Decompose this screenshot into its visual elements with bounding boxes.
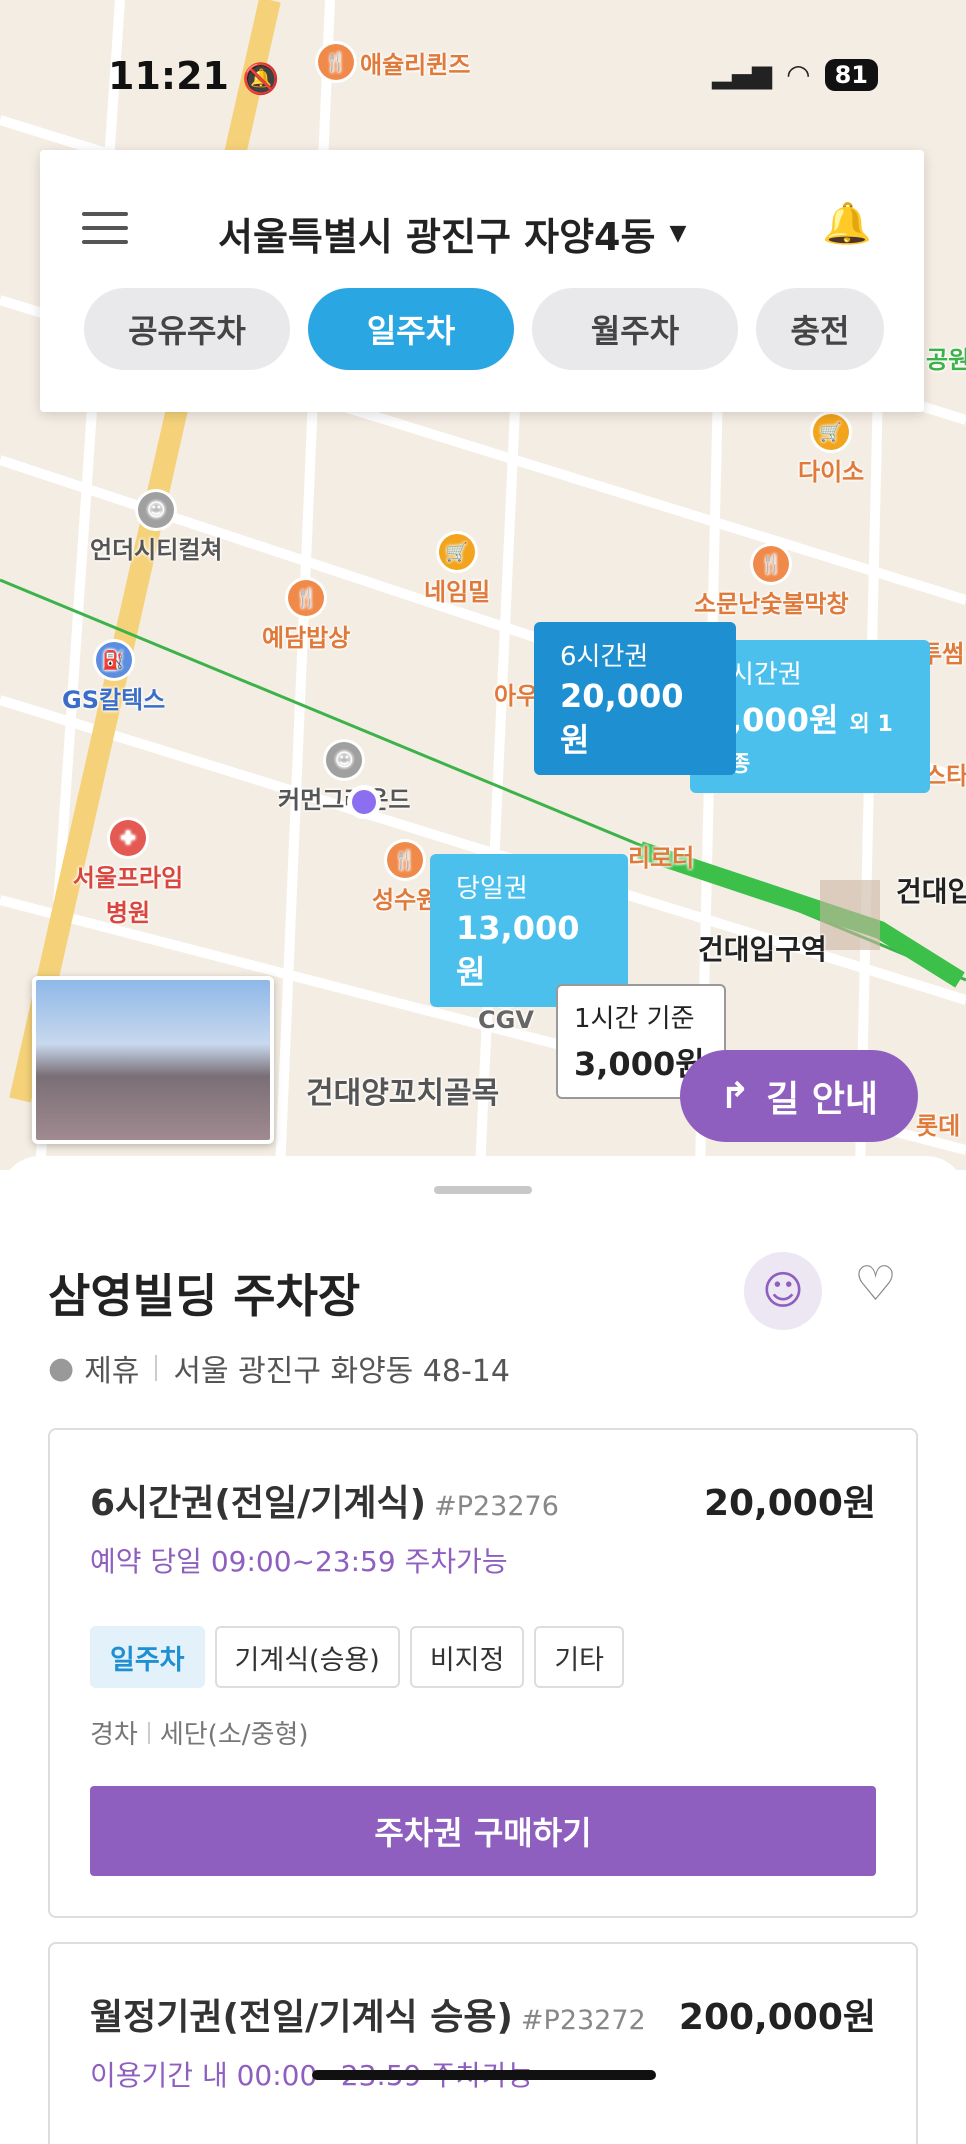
shop-icon: 🛒 <box>439 534 476 570</box>
directions-button[interactable]: ↱ 길 안내 <box>680 1050 918 1142</box>
theater-icon: ☺ <box>138 492 175 528</box>
poi-gs-caltex[interactable]: ⛽ GS칼텍스 <box>62 642 165 715</box>
poi-park[interactable]: 공원 <box>926 340 966 375</box>
parking-type-tabs: 공유주차 일주차 월주차 충전 <box>84 288 884 370</box>
status-icons: ▂▄▆ ◠ 81 <box>712 58 878 91</box>
silent-mode-icon: 🔕 <box>242 62 280 97</box>
lot-title: 삼영빌딩 주차장 <box>48 1269 361 1323</box>
poi-daiso[interactable]: 🛒 다이소 <box>798 414 864 487</box>
location-selector[interactable]: 서울특별시 광진구 자양4동 ▼ <box>218 206 686 261</box>
tag-mechanical: 기계식(승용) <box>214 1626 400 1688</box>
poi-au[interactable]: 아우 <box>494 676 538 711</box>
poi-seoul-prime-hospital[interactable]: ✚ 서울프라임병원 <box>68 820 188 928</box>
poi-starbucks[interactable]: 스타 <box>924 756 966 791</box>
tag-other: 기타 <box>534 1626 625 1688</box>
ticket-tags: 일주차 기계식(승용) 비지정 기타 <box>90 1626 625 1688</box>
agent-chat-icon[interactable]: ☺ <box>744 1252 822 1330</box>
poi-undercity[interactable]: ☺ 언더시티컬쳐 <box>90 492 222 565</box>
tab-charging[interactable]: 충전 <box>756 288 884 370</box>
favorite-heart-icon[interactable]: ♡ <box>854 1256 897 1312</box>
restaurant-icon: 🍴 <box>318 44 354 80</box>
theater-icon: ☺ <box>326 742 363 778</box>
menu-icon[interactable] <box>82 212 128 244</box>
tab-monthly-parking[interactable]: 월주차 <box>532 288 738 370</box>
wifi-icon: ◠ <box>786 58 811 91</box>
gas-station-icon: ⛽ <box>95 642 132 678</box>
poi-yangkkochi-alley[interactable]: 건대양꼬치골목 <box>306 1068 499 1112</box>
poi-common-ground[interactable]: ☺ 커먼그라운드 <box>278 742 410 815</box>
shop-icon: 🛒 <box>813 414 850 450</box>
search-header-card: 서울특별시 광진구 자양4동 ▼ 🔔 공유주차 일주차 월주차 충전 <box>40 150 924 412</box>
parking-lot-sheet: 삼영빌딩 주차장 ☺ ♡ ● 제휴 서울 광진구 화양동 48-14 6시간권(… <box>0 1156 966 2144</box>
street-view-thumbnail[interactable] <box>32 976 274 1144</box>
dropdown-caret-icon: ▼ <box>669 221 687 246</box>
ticket-card: 월정기권(전일/기계식 승용)#P23272 200,000원 이용기간 내 0… <box>48 1942 918 2144</box>
poi-lotte[interactable]: 롯데 <box>916 1106 960 1141</box>
poi-yedam[interactable]: 🍴 예담밥상 <box>262 580 350 653</box>
poi-konkuk-edge[interactable]: 건대입 <box>896 870 966 910</box>
restaurant-icon: 🍴 <box>753 546 790 582</box>
status-time: 11:21 🔕 <box>108 54 280 98</box>
hospital-icon: ✚ <box>110 820 146 856</box>
signal-icon: ▂▄▆ <box>712 59 773 90</box>
location-pin-icon: ● <box>48 1350 75 1386</box>
car-types: 경차 세단(소/중형) <box>90 1720 309 1750</box>
tag-daily: 일주차 <box>90 1626 205 1688</box>
turn-right-arrow-icon: ↱ <box>719 1075 751 1117</box>
ticket-card: 6시간권(전일/기계식) #P23276 20,000원 예약 당일 09:00~… <box>48 1428 918 1918</box>
buy-ticket-button[interactable]: 주차권 구매하기 <box>90 1786 876 1876</box>
restaurant-icon: 🍴 <box>387 842 424 878</box>
poi-namemil[interactable]: 🛒 네임밀 <box>424 534 490 607</box>
current-location-marker <box>352 790 376 814</box>
poi-ashley[interactable]: 🍴 애슐리퀸즈 <box>318 44 470 80</box>
price-bubble-6hour[interactable]: 6시간권 20,000원 <box>534 622 736 775</box>
tab-daily-parking[interactable]: 일주차 <box>308 288 514 370</box>
poi-makchang[interactable]: 🍴 소문난숯불막창 <box>694 546 849 619</box>
tag-unassigned: 비지정 <box>409 1626 525 1688</box>
lot-address-row: ● 제휴 서울 광진구 화양동 48-14 <box>48 1350 510 1390</box>
restaurant-icon: 🍴 <box>288 580 325 616</box>
bell-icon[interactable]: 🔔 <box>822 200 872 247</box>
home-indicator[interactable] <box>312 2070 656 2080</box>
sheet-drag-handle[interactable] <box>434 1186 532 1194</box>
battery-indicator: 81 <box>824 58 878 91</box>
tab-shared-parking[interactable]: 공유주차 <box>84 288 290 370</box>
poi-lirotter[interactable]: 리로터 <box>628 838 694 873</box>
poi-seongsuwon[interactable]: 🍴 성수원 <box>372 842 438 915</box>
poi-konkuk-station[interactable]: 건대입구역 <box>698 928 827 968</box>
